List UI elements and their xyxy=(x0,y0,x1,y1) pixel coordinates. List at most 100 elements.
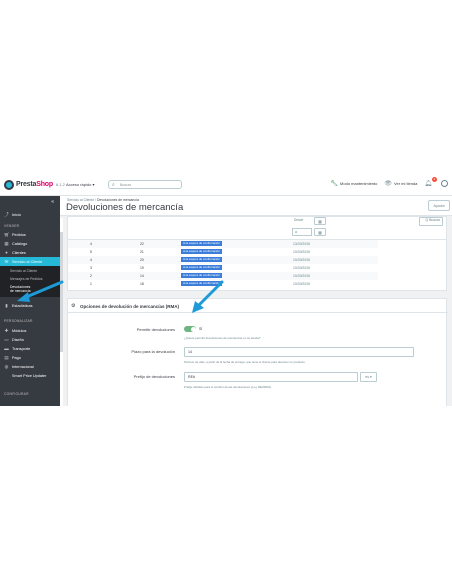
prestashop-logo[interactable]: PrestaShop 8.1.2 xyxy=(4,179,65,190)
chat-icon: ✉ xyxy=(4,258,9,264)
top-bar-actions: 🔧︎ Modo mantenimiento 👁︎ Ver mi tienda 🔔… xyxy=(323,177,448,187)
section-configurar: CONFIGURAR xyxy=(4,392,29,396)
status-badge: A la espera de confirmación xyxy=(181,265,223,270)
status-badge: A la espera de confirmación xyxy=(181,273,223,278)
rma-options-panel: ⚙ Opciones de devolución de mercancías (… xyxy=(67,298,448,406)
sidebar-item-label: Catálogo xyxy=(12,241,28,246)
sidebar-item-label: Inicio xyxy=(12,212,21,217)
panel-title: Opciones de devolución de mercancías (RM… xyxy=(80,304,180,309)
sidebar-item-diseno[interactable]: ▭ Diseño xyxy=(0,335,60,344)
employee-menu[interactable] xyxy=(441,180,448,187)
view-store-label: Ver mi tienda xyxy=(394,181,418,186)
prefix-input[interactable]: RE# xyxy=(184,372,358,382)
logo-mark-icon xyxy=(4,179,14,190)
sidebar-item-pedidos[interactable]: 🛒︎ Pedidos xyxy=(0,230,60,239)
trend-icon: ⤴ xyxy=(4,211,9,217)
table-row[interactable]: 1 18 A la espera de confirmación 10/03/2… xyxy=(68,280,378,288)
table-row[interactable]: 2 14 A la espera de confirmación 10/03/2… xyxy=(68,272,378,280)
sidebar: « ⤴ Inicio VENDER 🛒︎ Pedidos ▦ Catálogo … xyxy=(0,196,60,406)
sidebar-item-label: Smart Price Updater xyxy=(12,373,47,378)
table-row[interactable]: 4 20 A la espera de confirmación 10/03/2… xyxy=(68,256,378,264)
enable-returns-toggle[interactable] xyxy=(184,326,196,332)
prefix-label: Prefijo de devoluciones xyxy=(133,374,175,379)
table-row[interactable]: 4 22 A la espera de confirmación 13/03/2… xyxy=(68,240,378,248)
sidebar-item-smart-price-updater[interactable]: Smart Price Updater xyxy=(0,371,60,380)
logo-text: PrestaShop xyxy=(16,181,53,188)
puzzle-icon: ✚ xyxy=(4,327,9,333)
sidebar-item-pago[interactable]: ▤ Pago xyxy=(0,353,60,362)
sidebar-item-label: Diseño xyxy=(12,337,24,342)
search-button-label: Q Buscar xyxy=(425,218,440,222)
admin-screen: PrestaShop 8.1.2 Acceso rápido ▾ ⌕ Busca… xyxy=(0,172,452,406)
user-icon: ● xyxy=(5,250,8,255)
enable-returns-label: Permitir devoluciones xyxy=(136,327,175,332)
sidebar-item-label: Servicio al Cliente xyxy=(12,259,43,264)
language-selector[interactable]: es ▾ xyxy=(360,372,377,382)
bar-chart-icon: ▮ xyxy=(5,302,8,308)
sidebar-item-label: Estadísticas xyxy=(12,303,33,308)
notification-count: 2 xyxy=(432,177,437,182)
monitor-icon: ▭ xyxy=(4,336,9,342)
sidebar-item-estadisticas[interactable]: ▮ Estadísticas xyxy=(0,301,60,310)
sidebar-item-clientes[interactable]: ● Clientes xyxy=(0,248,60,257)
sidebar-item-internacional[interactable]: ◍ Internacional xyxy=(0,362,60,371)
sidebar-item-label: Internacional xyxy=(12,364,34,369)
deadline-help: Número de días, a partir de la fecha de … xyxy=(184,360,306,364)
version-label: 8.1.2 xyxy=(55,182,65,187)
enable-returns-help: ¿Quiere permitir devoluciones de mercanc… xyxy=(184,336,261,340)
section-vender: VENDER xyxy=(4,224,20,228)
table-row[interactable]: 3 19 A la espera de confirmación 10/03/2… xyxy=(68,264,378,272)
status-badge: A la espera de confirmación xyxy=(181,241,223,246)
sidebar-item-catalogo[interactable]: ▦ Catálogo xyxy=(0,239,60,248)
collapse-icon[interactable]: « xyxy=(51,199,54,205)
section-personalizar: PERSONALIZAR xyxy=(4,319,33,323)
prefix-help: Prefijo utilizado para el nombre de las … xyxy=(184,385,272,389)
calendar-icon[interactable]: ▦ xyxy=(314,228,326,236)
status-badge: A la espera de confirmación xyxy=(181,257,223,262)
maintenance-link[interactable]: 🔧︎ Modo mantenimiento xyxy=(330,180,377,187)
date-filter-label: Desde xyxy=(294,218,304,222)
submenu-servicio-cliente[interactable]: Servicio al Cliente xyxy=(0,269,60,273)
page-title: Devoluciones de mercancía xyxy=(66,202,184,213)
toggle-knob xyxy=(190,326,196,332)
returns-table: Desde ▦ a ▦ Q Buscar 4 22 A la espera de… xyxy=(67,216,447,291)
table-row[interactable]: 5 21 A la espera de confirmación 10/03/2… xyxy=(68,248,378,256)
avatar-icon xyxy=(441,180,448,187)
search-input[interactable]: ⌕ Buscar xyxy=(108,180,182,189)
sidebar-item-inicio[interactable]: ⤴ Inicio xyxy=(0,210,60,219)
scrollbar-thumb[interactable] xyxy=(60,232,63,352)
status-badge: A la espera de confirmación xyxy=(181,281,223,286)
sidebar-item-label: Pago xyxy=(12,355,21,360)
cart-icon: 🛒︎ xyxy=(4,231,10,237)
search-placeholder: Buscar xyxy=(120,183,131,187)
quick-access-menu[interactable]: Acceso rápido ▾ xyxy=(66,182,94,187)
notifications-button[interactable]: 🔔︎ 2 xyxy=(424,177,437,187)
sidebar-item-label: Transporte xyxy=(12,346,31,351)
store-icon: ▦ xyxy=(4,240,9,246)
status-badge: A la espera de confirmación xyxy=(181,249,223,254)
search-icon: ⌕ xyxy=(112,182,115,188)
wrench-icon: 🔧︎ xyxy=(330,181,339,187)
date-filter-input[interactable]: a xyxy=(292,228,312,236)
gears-icon: ⚙ xyxy=(71,303,76,309)
eye-icon: 👁︎ xyxy=(384,181,393,187)
sidebar-item-servicio-cliente[interactable]: ✉ Servicio al Cliente xyxy=(0,257,60,266)
panel-heading: ⚙ Opciones de devolución de mercancías (… xyxy=(68,299,448,313)
deadline-label: Plazo para la devolución xyxy=(131,349,175,354)
page-header: Servicio al Cliente / Devoluciones de me… xyxy=(60,196,452,216)
toggle-state-label: SÍ xyxy=(199,327,203,331)
truck-icon: ▬ xyxy=(4,346,9,351)
submenu-devoluciones[interactable]: Devoluciones de mercancía xyxy=(0,285,34,293)
sidebar-item-modulos[interactable]: ✚ Módulos xyxy=(0,326,60,335)
sidebar-item-transporte[interactable]: ▬ Transporte xyxy=(0,344,60,353)
help-button[interactable]: Ayuda xyxy=(428,200,450,211)
calendar-icon[interactable]: ▦ xyxy=(314,217,326,225)
card-icon: ▤ xyxy=(4,354,9,360)
deadline-input[interactable]: 14 xyxy=(184,347,414,357)
maintenance-label: Modo mantenimiento xyxy=(340,181,378,186)
sidebar-item-label: Pedidos xyxy=(12,232,26,237)
view-store-link[interactable]: 👁︎ Ver mi tienda xyxy=(384,180,417,187)
globe-icon: ◍ xyxy=(4,363,9,369)
submenu-mensajes-pedidos[interactable]: Mensajes de Pedidos xyxy=(0,277,60,281)
bell-icon: 🔔︎ xyxy=(424,181,432,187)
